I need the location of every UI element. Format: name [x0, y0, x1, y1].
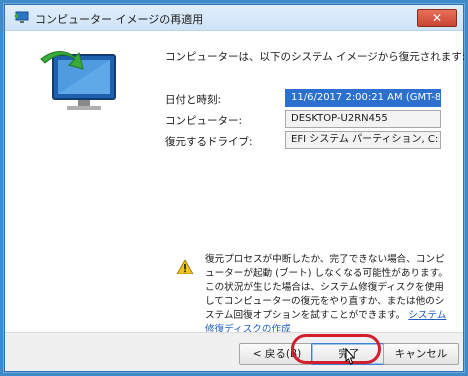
dialog-footer: < 戻る(B) 完了 キャンセル	[5, 332, 463, 371]
date-time-label: 日付と時刻:	[165, 94, 222, 106]
computer-label: コンピューター:	[165, 115, 243, 127]
drive-label: 復元するドライブ:	[165, 136, 253, 148]
title-bar: コンピューター イメージの再適用 ✕	[5, 5, 463, 31]
window-title: コンピューター イメージの再適用	[35, 13, 204, 26]
warning-icon	[177, 260, 193, 274]
finish-highlight-ring	[291, 334, 381, 364]
restore-intro-text: コンピューターは、以下のシステム イメージから復元されます:	[165, 51, 466, 63]
computer-restore-icon	[23, 43, 133, 123]
close-icon: ✕	[431, 11, 443, 25]
drive-value[interactable]: EFI システム パーティション, C:	[285, 131, 441, 149]
warning-message: 復元プロセスが中断したか、完了できない場合、コンピューターが起動 (ブート) し…	[205, 253, 449, 337]
close-button[interactable]: ✕	[417, 9, 457, 27]
computer-restore-icon	[14, 11, 29, 23]
date-time-value[interactable]: 11/6/2017 2:00:21 AM (GMT-8:00)	[285, 89, 441, 107]
restore-dialog: コンピューター イメージの再適用 ✕ コンピューターは、以下のシステム イメージ…	[4, 4, 466, 372]
cancel-button[interactable]: キャンセル	[383, 343, 459, 365]
computer-value[interactable]: DESKTOP-U2RN455	[285, 110, 441, 128]
cursor-icon	[345, 347, 356, 365]
